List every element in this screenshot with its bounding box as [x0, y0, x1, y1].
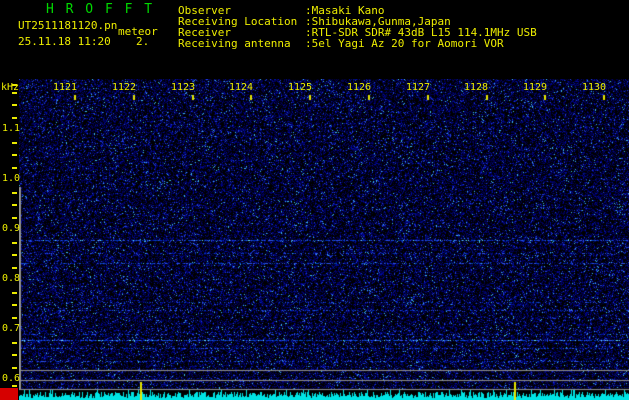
- freq-axis-tick: [12, 367, 17, 369]
- freq-label: 0.8: [2, 273, 21, 284]
- time-label: 1125: [288, 82, 313, 93]
- freq-axis-tick: [12, 117, 17, 119]
- time-label: 1128: [464, 82, 489, 93]
- freq-axis-tick: [12, 167, 17, 169]
- freq-label: 0.9: [2, 223, 21, 234]
- time-label: 1121: [53, 82, 78, 93]
- time-label: 1129: [523, 82, 548, 93]
- freq-label: 1.0: [2, 173, 21, 184]
- freq-axis-tick: [12, 354, 17, 356]
- freq-label: 0.6: [2, 373, 21, 384]
- count-scale-red-block: [0, 388, 18, 400]
- freq-axis-tick: [12, 142, 17, 144]
- freq-axis-tick: [12, 92, 17, 94]
- datetime-label: 25.11.18 11:20: [18, 35, 111, 48]
- counter-label: 2.: [136, 35, 150, 48]
- freq-axis-tick: [12, 204, 17, 206]
- time-label: 1130: [582, 82, 607, 93]
- freq-axis-tick: [12, 254, 17, 256]
- freq-axis-tick: [12, 317, 17, 319]
- app-title: H R O F F T: [46, 2, 155, 17]
- freq-axis-tick: [12, 84, 17, 86]
- spectrogram-waterfall: [19, 79, 629, 400]
- freq-axis-tick: [12, 267, 17, 269]
- freq-axis-tick: [12, 217, 17, 219]
- freq-axis-tick: [12, 292, 17, 294]
- hrofft-screen: H R O F F T UT2511181120.pn meteor 25.11…: [0, 0, 629, 400]
- freq-axis-tick: [12, 342, 17, 344]
- freq-label: 0.7: [2, 323, 21, 334]
- freq-axis-tick: [12, 154, 17, 156]
- time-label: 1124: [229, 82, 254, 93]
- time-label: 1123: [171, 82, 196, 93]
- meta-label-antenna: Receiving antenna: [178, 37, 291, 50]
- freq-label: 1.1: [2, 123, 21, 134]
- freq-axis-tick: [12, 192, 17, 194]
- time-label: 1122: [112, 82, 137, 93]
- freq-axis-tick: [12, 304, 17, 306]
- freq-axis-tick: [12, 104, 17, 106]
- output-filename: UT2511181120.pn: [18, 19, 118, 32]
- meta-value-antenna: :5el Yagi Az 20 for Aomori VOR: [305, 37, 504, 50]
- freq-axis-tick: [12, 385, 17, 387]
- freq-axis-tick: [12, 242, 17, 244]
- time-label: 1126: [347, 82, 372, 93]
- time-label: 1127: [406, 82, 431, 93]
